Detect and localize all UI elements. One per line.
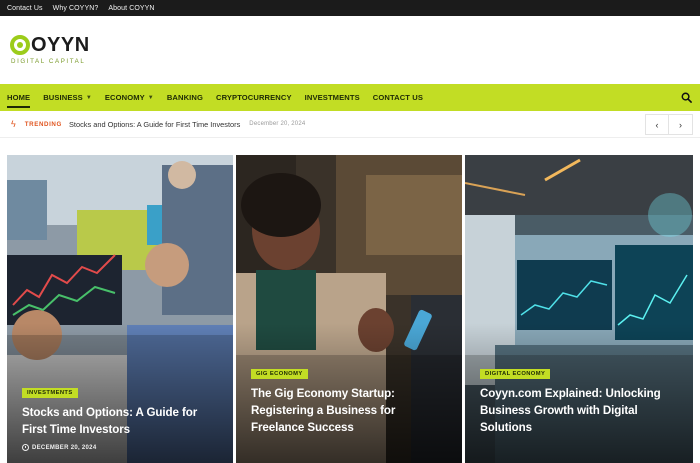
trending-text: TRENDING [24, 120, 62, 128]
trending-label: ϟ TRENDING [0, 119, 68, 129]
search-icon[interactable] [681, 92, 692, 103]
card-title[interactable]: Coyyn.com Explained: Unlocking Business … [480, 385, 681, 436]
card-date: DECEMBER 20, 2024 [22, 444, 221, 451]
nav-item-banking[interactable]: BANKING [167, 84, 203, 111]
clock-icon [22, 444, 29, 451]
trending-headline[interactable]: Stocks and Options: A Guide for First Ti… [69, 120, 240, 129]
featured-cards: INVESTMENTS Stocks and Options: A Guide … [7, 155, 693, 463]
featured-card-1[interactable]: INVESTMENTS Stocks and Options: A Guide … [7, 155, 233, 463]
card-title[interactable]: Stocks and Options: A Guide for First Ti… [22, 404, 221, 438]
nav-item-cryptocurrency[interactable]: CRYPTOCURRENCY [216, 84, 292, 111]
logo-name: OYYN [31, 33, 90, 56]
nav-label: HOME [7, 93, 31, 102]
category-badge[interactable]: INVESTMENTS [22, 388, 78, 398]
topbar-link-about[interactable]: About COYYN [108, 5, 154, 12]
nav-label: INVESTMENTS [304, 93, 360, 102]
logo-mark: OYYN [10, 34, 90, 56]
card-title[interactable]: The Gig Economy Startup: Registering a B… [251, 385, 450, 436]
nav-label: BUSINESS [43, 93, 83, 102]
trending-bar: ϟ TRENDING Stocks and Options: A Guide f… [0, 111, 700, 138]
logo-c-icon [10, 35, 30, 55]
nav-item-economy[interactable]: ECONOMY ▼ [105, 84, 154, 111]
category-badge[interactable]: DIGITAL ECONOMY [480, 369, 551, 379]
nav-item-contact-us[interactable]: CONTACT US [373, 84, 423, 111]
header-logo-area: OYYN DIGITAL CAPITAL [0, 16, 700, 84]
category-badge[interactable]: GIG ECONOMY [251, 369, 308, 379]
chevron-down-icon: ▼ [147, 94, 154, 101]
chevron-left-icon: ‹ [655, 119, 659, 130]
nav-label: ECONOMY [104, 93, 145, 102]
nav-item-home[interactable]: HOME [7, 84, 31, 111]
trending-prev-button[interactable]: ‹ [645, 114, 669, 135]
logo-tagline: DIGITAL CAPITAL [11, 58, 86, 65]
bolt-icon: ϟ [11, 119, 16, 129]
nav-label: CONTACT US [372, 93, 423, 102]
card-body: DIGITAL ECONOMY Coyyn.com Explained: Unl… [480, 362, 681, 436]
topbar-link-contact[interactable]: Contact Us [7, 5, 43, 12]
trending-next-button[interactable]: › [669, 114, 693, 135]
trending-date: December 20, 2024 [249, 121, 306, 127]
card-date-text: DECEMBER 20, 2024 [32, 444, 97, 451]
site-logo[interactable]: OYYN DIGITAL CAPITAL [10, 34, 90, 65]
card-body: INVESTMENTS Stocks and Options: A Guide … [22, 381, 221, 451]
topbar-link-why[interactable]: Why COYYN? [53, 5, 99, 12]
card-body: GIG ECONOMY The Gig Economy Startup: Reg… [251, 362, 450, 436]
nav-label: BANKING [166, 93, 203, 102]
nav-label: CRYPTOCURRENCY [215, 93, 292, 102]
featured-card-3[interactable]: DIGITAL ECONOMY Coyyn.com Explained: Unl… [465, 155, 693, 463]
top-bar: Contact Us Why COYYN? About COYYN [0, 0, 700, 16]
chevron-down-icon: ▼ [85, 94, 92, 101]
trending-pager: ‹ › [645, 114, 693, 135]
featured-card-2[interactable]: GIG ECONOMY The Gig Economy Startup: Reg… [236, 155, 462, 463]
nav-item-investments[interactable]: INVESTMENTS [305, 84, 360, 111]
chevron-right-icon: › [679, 119, 682, 130]
nav-item-business[interactable]: BUSINESS ▼ [43, 84, 92, 111]
main-nav: HOME BUSINESS ▼ ECONOMY ▼ BANKING CRYPTOCU… [0, 84, 700, 111]
